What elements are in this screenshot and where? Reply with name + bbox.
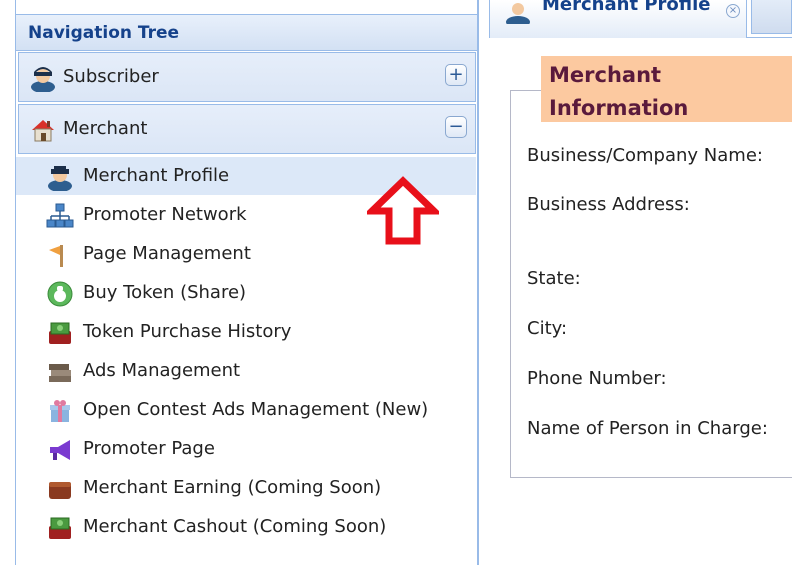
tab-strip: Merchant Profile × xyxy=(489,0,792,38)
money-bag-icon xyxy=(47,281,73,307)
house-icon xyxy=(32,120,54,142)
fieldset-legend: Merchant Information xyxy=(541,56,792,122)
label-person-in-charge: Name of Person in Charge: xyxy=(527,418,768,439)
label-phone-number: Phone Number: xyxy=(527,368,667,389)
nav-item-open-contest-ads[interactable]: Open Contest Ads Management (New) xyxy=(16,391,476,429)
nav-item-label: Token Purchase History xyxy=(83,321,292,342)
books-icon xyxy=(49,364,71,382)
nav-item-label: Page Management xyxy=(83,243,251,264)
user-icon xyxy=(506,3,530,24)
annotation-arrow-up xyxy=(367,176,439,245)
navigation-tree-panel: Navigation Tree Subscriber + Merchant − xyxy=(15,0,479,565)
expand-icon[interactable]: + xyxy=(445,64,467,86)
network-icon xyxy=(46,203,74,228)
user-icon xyxy=(31,67,55,92)
close-icon[interactable]: × xyxy=(726,4,740,18)
tab-merchant-profile[interactable]: Merchant Profile × xyxy=(489,0,747,38)
accordion-merchant[interactable]: Merchant − xyxy=(18,104,476,154)
navigation-tree-header: Navigation Tree xyxy=(16,14,477,51)
nav-item-label: Merchant Profile xyxy=(83,165,230,186)
label-business-company-name: Business/Company Name: xyxy=(527,145,763,166)
accordion-subscriber[interactable]: Subscriber + xyxy=(18,52,476,102)
nav-item-label: Merchant Earning (Coming Soon) xyxy=(83,477,382,498)
nav-item-merchant-earning[interactable]: Merchant Earning (Coming Soon) xyxy=(16,469,476,507)
nav-item-token-purchase-history[interactable]: Token Purchase History xyxy=(16,313,476,351)
accordion-merchant-label: Merchant xyxy=(63,118,148,139)
label-state: State: xyxy=(527,268,581,289)
flag-icon xyxy=(49,245,63,267)
nav-item-label: Promoter Network xyxy=(83,204,247,225)
megaphone-icon xyxy=(50,440,70,460)
cash-icon xyxy=(49,517,71,539)
tab-label: Merchant Profile xyxy=(542,0,711,15)
nav-item-merchant-cashout[interactable]: Merchant Cashout (Coming Soon) xyxy=(16,508,476,546)
nav-item-ads-management[interactable]: Ads Management xyxy=(16,352,476,390)
gift-icon xyxy=(50,400,70,422)
nav-item-promoter-page[interactable]: Promoter Page xyxy=(16,430,476,468)
tab-next[interactable] xyxy=(751,0,792,34)
nav-item-label: Buy Token (Share) xyxy=(83,282,247,303)
label-city: City: xyxy=(527,318,568,339)
cash-icon xyxy=(49,322,71,344)
nav-item-label: Promoter Page xyxy=(83,438,215,459)
nav-item-label: Open Contest Ads Management (New) xyxy=(83,399,429,420)
user-icon xyxy=(48,166,72,191)
label-business-address: Business Address: xyxy=(527,194,690,215)
accordion-subscriber-label: Subscriber xyxy=(63,66,159,87)
collapse-icon[interactable]: − xyxy=(445,116,467,138)
nav-item-label: Ads Management xyxy=(83,360,241,381)
fieldset-legend-text: Merchant Information xyxy=(549,63,689,120)
wallet-icon xyxy=(49,482,71,499)
nav-item-buy-token[interactable]: Buy Token (Share) xyxy=(16,274,476,312)
nav-item-label: Merchant Cashout (Coming Soon) xyxy=(83,516,387,537)
navigation-tree-title: Navigation Tree xyxy=(28,23,180,43)
